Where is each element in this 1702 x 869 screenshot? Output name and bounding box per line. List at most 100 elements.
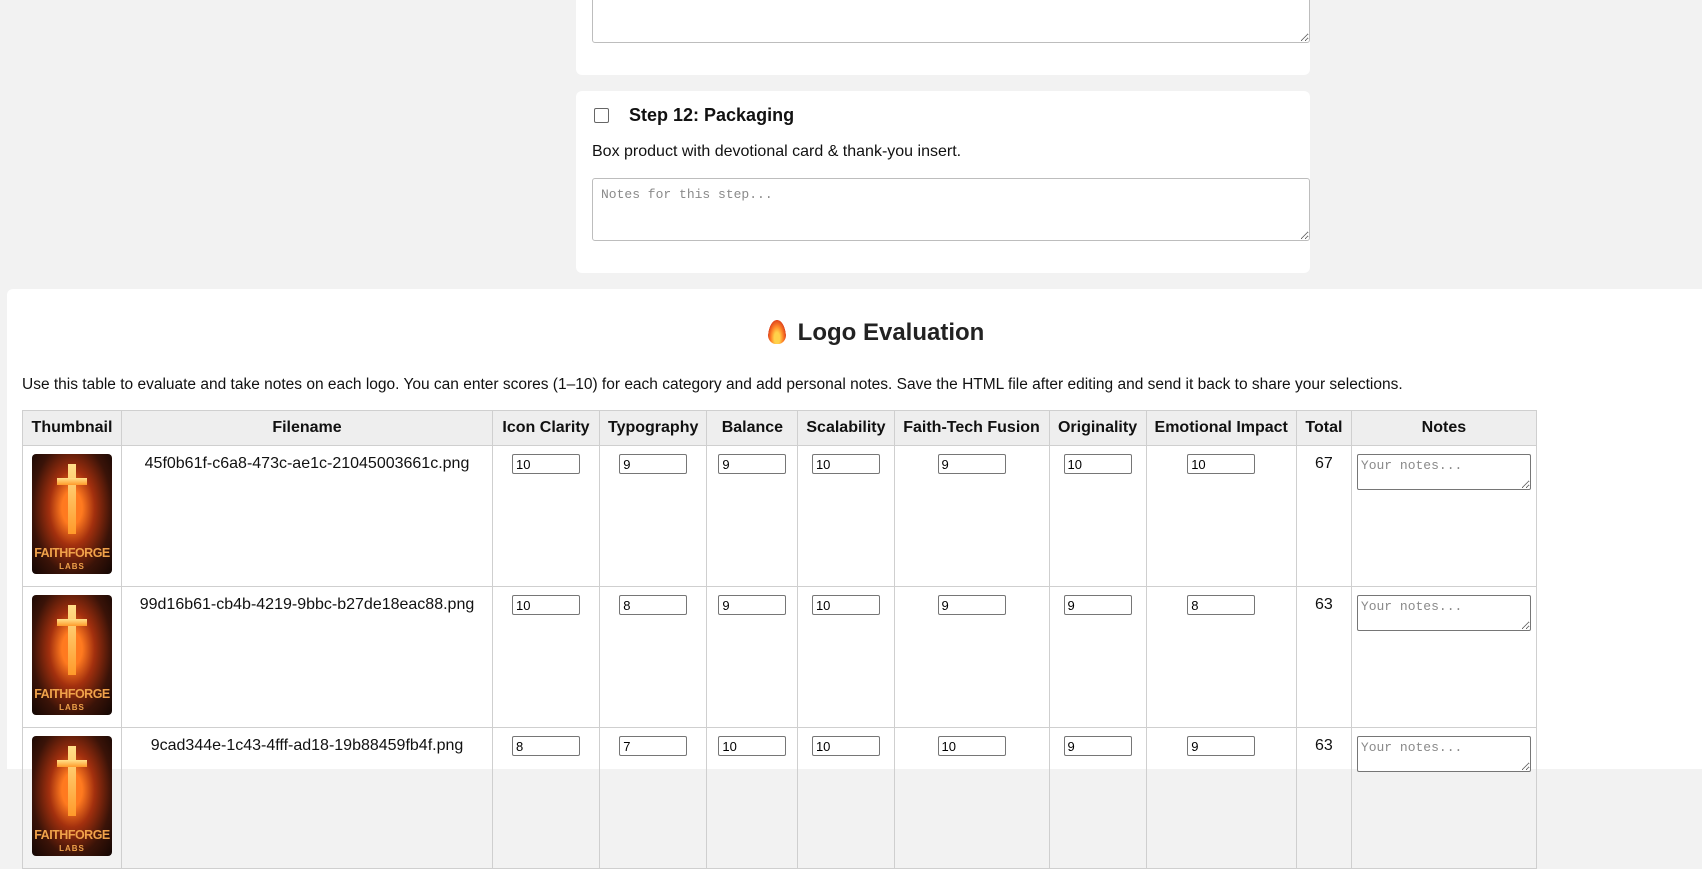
balance-score-input[interactable] [718, 595, 787, 615]
icon-clarity-cell [492, 586, 600, 728]
column-header-thumbnail: Thumbnail [22, 410, 122, 446]
icon-clarity-cell [492, 445, 600, 587]
total-score: 67 [1314, 455, 1333, 472]
scalability-score-input[interactable] [811, 736, 880, 756]
emotional-impact-cell [1145, 727, 1297, 869]
thumbnail-cell: FAITHFORGE LABS [22, 586, 122, 728]
filename-cell: 9cad344e-1c43-4fff-ad18-19b88459fb4f.png [121, 727, 493, 869]
scalability-score-input[interactable] [811, 595, 880, 615]
cross-icon-bar [57, 478, 87, 485]
step-12-checkbox[interactable] [594, 108, 609, 123]
emotional-impact-score-input[interactable] [1187, 736, 1256, 756]
column-header-typography: Typography [598, 410, 708, 446]
cross-icon-bar [57, 619, 87, 626]
column-header-icon-clarity: Icon Clarity [492, 410, 600, 446]
logo-evaluation-table: Thumbnail Filename Icon Clarity Typograp… [22, 410, 1537, 869]
filename-text: 9cad344e-1c43-4fff-ad18-19b88459fb4f.png [150, 737, 464, 754]
typography-score-input[interactable] [619, 736, 688, 756]
table-row: FAITHFORGE LABS 99d16b61-cb4b-4219-9bbc-b2… [22, 586, 1537, 728]
typography-cell [598, 445, 708, 587]
typography-cell [598, 727, 708, 869]
logo-evaluation-heading: Logo Evaluation [7, 319, 1702, 347]
thumbnail-brand-text: FAITHFORGE [34, 687, 110, 701]
scalability-cell [797, 445, 895, 587]
emotional-impact-score-input[interactable] [1187, 454, 1256, 474]
scalability-cell [797, 727, 895, 869]
faith-tech-fusion-score-input[interactable] [937, 595, 1006, 615]
thumbnail-brand-text: FAITHFORGE [34, 828, 110, 842]
cross-icon [68, 746, 76, 816]
table-row: FAITHFORGE LABS 45f0b61f-c6a8-473c-ae1c-21… [22, 445, 1537, 587]
cross-icon [68, 464, 76, 534]
logo-thumbnail: FAITHFORGE LABS [32, 454, 112, 574]
icon-clarity-score-input[interactable] [512, 736, 580, 756]
total-cell: 63 [1295, 727, 1352, 869]
row-notes-input[interactable] [1356, 454, 1531, 490]
scalability-score-input[interactable] [811, 454, 880, 474]
balance-score-input[interactable] [718, 454, 787, 474]
logo-evaluation-title: Logo Evaluation [797, 319, 985, 346]
column-header-total: Total [1295, 410, 1352, 446]
total-cell: 67 [1295, 445, 1352, 587]
logo-evaluation-panel: Logo Evaluation Use this table to evalua… [7, 289, 1702, 869]
filename-text: 99d16b61-cb4b-4219-9bbc-b27de18eac88.png [139, 596, 475, 613]
row-notes-input[interactable] [1356, 736, 1531, 772]
logo-thumbnail: FAITHFORGE LABS [32, 736, 112, 856]
faith-tech-fusion-cell [893, 727, 1050, 869]
total-score: 63 [1314, 596, 1333, 613]
originality-cell [1048, 445, 1147, 587]
originality-cell [1048, 586, 1147, 728]
filename-text: 45f0b61f-c6a8-473c-ae1c-21045003661c.png [144, 455, 470, 472]
emotional-impact-score-input[interactable] [1187, 595, 1256, 615]
balance-score-input[interactable] [718, 736, 787, 756]
column-header-emotional-impact: Emotional Impact [1145, 410, 1297, 446]
originality-cell [1048, 727, 1147, 869]
step-11-card [576, 0, 1310, 75]
filename-cell: 45f0b61f-c6a8-473c-ae1c-21045003661c.png [121, 445, 493, 587]
logo-thumbnail: FAITHFORGE LABS [32, 595, 112, 715]
step-12-header: Step 12: Packaging [594, 105, 794, 126]
emotional-impact-cell [1145, 445, 1297, 587]
originality-score-input[interactable] [1063, 736, 1132, 756]
cross-icon [68, 605, 76, 675]
thumbnail-brand-subtext: LABS [59, 844, 85, 853]
column-header-faith-tech-fusion: Faith-Tech Fusion [893, 410, 1050, 446]
step-12-description: Box product with devotional card & thank… [592, 143, 962, 160]
notes-cell [1350, 586, 1537, 728]
column-header-balance: Balance [706, 410, 799, 446]
originality-score-input[interactable] [1063, 454, 1132, 474]
column-header-filename: Filename [121, 410, 493, 446]
step-12-card: Step 12: Packaging Box product with devo… [576, 91, 1310, 273]
faith-tech-fusion-cell [893, 445, 1050, 587]
step-12-notes-input[interactable] [592, 178, 1310, 241]
thumbnail-brand-text: FAITHFORGE [34, 546, 110, 560]
total-cell: 63 [1295, 586, 1352, 728]
thumbnail-cell: FAITHFORGE LABS [22, 727, 122, 869]
row-notes-input[interactable] [1356, 595, 1531, 631]
balance-cell [706, 445, 799, 587]
step-12-title: Step 12: Packaging [629, 105, 795, 125]
table-header-row: Thumbnail Filename Icon Clarity Typograp… [22, 410, 1537, 446]
typography-score-input[interactable] [619, 595, 688, 615]
notes-cell [1350, 727, 1537, 869]
faith-tech-fusion-score-input[interactable] [937, 736, 1006, 756]
column-header-originality: Originality [1048, 410, 1147, 446]
balance-cell [706, 727, 799, 869]
thumbnail-brand-subtext: LABS [59, 562, 85, 571]
faith-tech-fusion-cell [893, 586, 1050, 728]
icon-clarity-score-input[interactable] [512, 454, 580, 474]
flame-icon [767, 320, 786, 344]
faith-tech-fusion-score-input[interactable] [937, 454, 1006, 474]
emotional-impact-cell [1145, 586, 1297, 728]
scalability-cell [797, 586, 895, 728]
typography-cell [598, 586, 708, 728]
balance-cell [706, 586, 799, 728]
icon-clarity-score-input[interactable] [512, 595, 580, 615]
originality-score-input[interactable] [1063, 595, 1132, 615]
column-header-scalability: Scalability [797, 410, 895, 446]
typography-score-input[interactable] [619, 454, 688, 474]
thumbnail-cell: FAITHFORGE LABS [22, 445, 122, 587]
table-row: FAITHFORGE LABS 9cad344e-1c43-4fff-ad18-19… [22, 727, 1537, 869]
step-11-notes-input[interactable] [592, 0, 1310, 43]
icon-clarity-cell [492, 727, 600, 869]
